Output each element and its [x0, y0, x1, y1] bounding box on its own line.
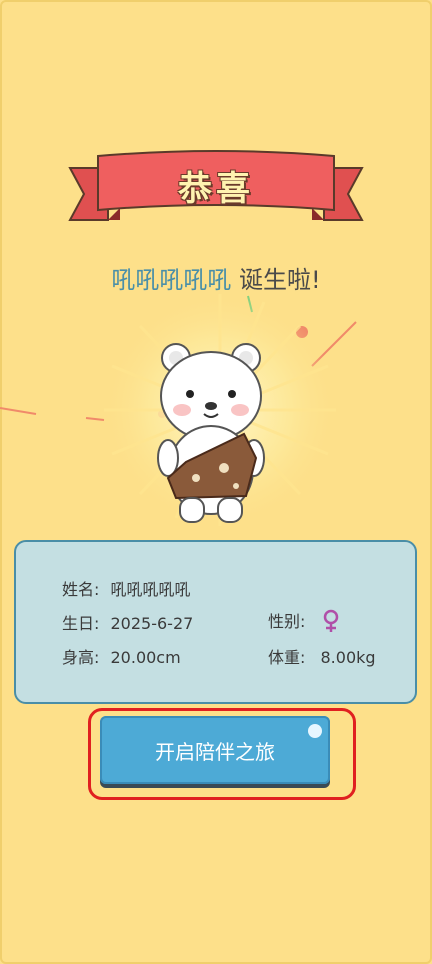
height-value: 20.00cm — [110, 648, 181, 667]
weight-label: 体重: — [268, 648, 306, 667]
gender-label: 性别: — [268, 612, 306, 631]
name-value: 吼吼吼吼吼 — [110, 580, 191, 599]
birthday-row: 生日: 2025-6-27 — [62, 610, 193, 634]
birthday-label: 生日: — [62, 614, 100, 633]
pet-info-card: 姓名: 吼吼吼吼吼 生日: 2025-6-27 性别: 身高: 20.00cm … — [14, 540, 417, 704]
gender-row: 性别: — [268, 608, 341, 637]
weight-value: 8.00kg — [320, 648, 376, 667]
name-label: 姓名: — [62, 580, 100, 599]
congrats-ribbon: 恭喜 — [68, 148, 364, 232]
birthday-value: 2025-6-27 — [110, 614, 194, 633]
height-label: 身高: — [62, 648, 100, 667]
weight-row: 体重: 8.00kg — [268, 644, 376, 668]
name-row: 姓名: 吼吼吼吼吼 — [62, 576, 191, 600]
shine-icon — [308, 724, 322, 738]
congrats-title: 恭喜 — [178, 168, 254, 209]
polar-bear-icon — [157, 343, 265, 523]
female-icon — [321, 609, 341, 637]
height-row: 身高: 20.00cm — [62, 644, 181, 668]
start-journey-label: 开启陪伴之旅 — [155, 739, 275, 764]
start-journey-button[interactable]: 开启陪伴之旅 — [100, 716, 330, 784]
